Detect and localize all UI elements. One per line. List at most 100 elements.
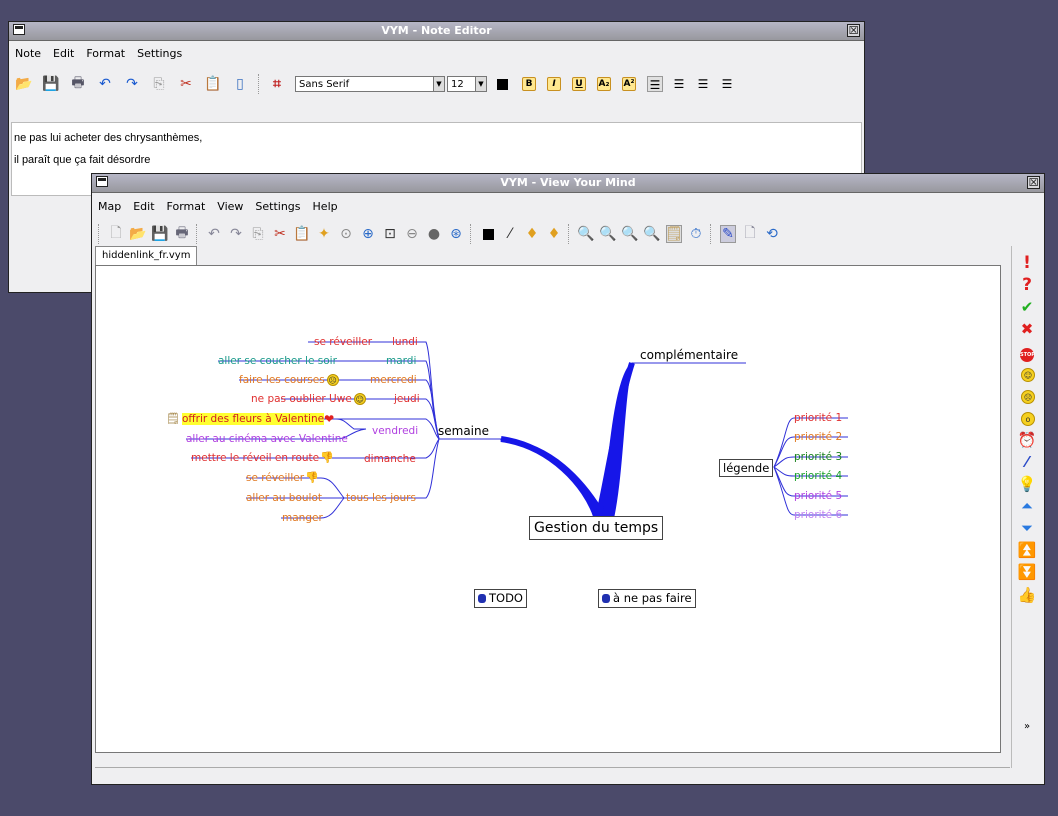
undo-icon[interactable]: ↶ (96, 75, 114, 93)
branch-complementaire[interactable]: complémentaire (640, 348, 738, 362)
edit-mode-icon[interactable]: ✎ (720, 225, 736, 243)
mode-icon[interactable]: 🗋 (742, 225, 758, 243)
menu-note[interactable]: Note (15, 47, 41, 60)
align-right-icon[interactable]: ☰ (695, 76, 711, 92)
copy-icon[interactable]: ⎘ (250, 225, 266, 243)
priority-4[interactable]: priorité 4 (794, 469, 842, 483)
pick-color-icon[interactable]: ⁄ (502, 225, 518, 243)
cut-icon[interactable]: ✂ (272, 225, 288, 243)
task-offrir-fleurs[interactable]: 🗒 offrir des fleurs à Valentine❤ (166, 412, 334, 426)
close-button[interactable]: ☒ (847, 24, 860, 37)
note-editor-titlebar[interactable]: VYM - Note Editor ☒ (9, 22, 864, 41)
align-left-icon[interactable]: ☰ (647, 76, 663, 92)
task-reveil[interactable]: mettre le réveil en route👎 (191, 451, 334, 465)
task-cinema[interactable]: aller au cinéma avec Valentine (186, 432, 348, 446)
show-note-icon[interactable]: 🗒 (665, 225, 683, 243)
zoom-fit-icon[interactable]: 🔍 (643, 225, 660, 243)
vym-titlebar[interactable]: VYM - View Your Mind ☒ (92, 174, 1044, 193)
window-menu-icon[interactable] (96, 176, 108, 187)
clear-icon[interactable]: ▯ (231, 75, 249, 93)
redo-icon[interactable]: ↷ (123, 75, 141, 93)
add-branch-icon[interactable]: ✦ (316, 225, 332, 243)
menu-edit[interactable]: Edit (133, 200, 154, 213)
open-icon[interactable]: 📂 (129, 225, 146, 243)
menu-edit[interactable]: Edit (53, 47, 74, 60)
zoom-out-icon[interactable]: 🔍 (599, 225, 616, 243)
thumbs-up-icon[interactable]: 👍 (1012, 584, 1042, 606)
clock-icon[interactable]: ⏰ (1012, 429, 1042, 451)
fixed-font-icon[interactable]: ⌗ (268, 75, 286, 93)
move-down-icon[interactable]: ⊕ (360, 225, 376, 243)
menu-map[interactable]: Map (98, 200, 121, 213)
superscript-button[interactable]: A² (622, 77, 636, 91)
day-dimanche[interactable]: dimanche (364, 452, 416, 466)
bold-button[interactable]: B (522, 77, 536, 91)
color-icon[interactable] (480, 225, 496, 243)
priority-5[interactable]: priorité 5 (794, 489, 842, 503)
paste-icon[interactable]: 📋 (204, 75, 222, 93)
zoom-in-icon[interactable]: 🔍 (577, 225, 594, 243)
print-icon[interactable]: 🖶 (69, 75, 87, 93)
window-menu-icon[interactable] (13, 24, 25, 35)
align-justify-icon[interactable]: ☰ (719, 76, 735, 92)
link-mode-icon[interactable]: ⟲ (764, 225, 780, 243)
root-node[interactable]: Gestion du temps (529, 516, 664, 540)
task-manger[interactable]: manger (282, 511, 323, 525)
priority-2[interactable]: priorité 2 (794, 430, 842, 444)
underline-button[interactable]: U (572, 77, 586, 91)
color-subtree-icon[interactable]: ♦ (546, 225, 562, 243)
more-chevron-icon[interactable]: » (1012, 716, 1042, 738)
sad-face-icon[interactable]: ☹ (1012, 385, 1042, 407)
task-uwe[interactable]: ne pas oublier Uwe ☺ (251, 392, 366, 406)
legende-node[interactable]: légende (719, 459, 774, 477)
task-faire-les-courses[interactable]: faire les courses ☹ (239, 373, 339, 387)
zoom-reset-icon[interactable]: 🔍 (621, 225, 638, 243)
day-lundi[interactable]: lundi (392, 335, 418, 349)
font-family-select[interactable]: Sans Serif ▼ (295, 76, 445, 92)
paste-icon[interactable]: 📋 (293, 225, 310, 243)
branch-semaine[interactable]: semaine (438, 424, 489, 438)
link-icon[interactable]: ⊖ (404, 225, 420, 243)
arrow-down-icon[interactable]: ⏷ (1012, 517, 1042, 539)
subscript-button[interactable]: A₂ (597, 77, 611, 91)
ne-pas-faire-node[interactable]: à ne pas faire (598, 589, 696, 608)
print-icon[interactable]: 🖶 (174, 225, 190, 243)
stop-icon[interactable]: STOP (1012, 340, 1042, 362)
surprised-face-icon[interactable]: o (1012, 407, 1042, 429)
open-icon[interactable]: 📂 (15, 75, 33, 93)
task-se-reveiller-2[interactable]: se réveiller👎 (246, 471, 319, 485)
task-boulot[interactable]: aller au boulot (246, 491, 322, 505)
smiley-icon[interactable]: ☺ (1012, 363, 1042, 385)
menu-help[interactable]: Help (313, 200, 338, 213)
copy-icon[interactable]: ⎘ (150, 75, 168, 93)
question-icon[interactable]: ? (1012, 274, 1042, 296)
double-arrow-up-icon[interactable]: ⏫ (1012, 539, 1042, 561)
menu-view[interactable]: View (217, 200, 243, 213)
lamp-icon[interactable]: 💡 (1012, 473, 1042, 495)
history-icon[interactable]: ⏱ (688, 225, 704, 243)
sort-icon[interactable]: ⊡ (382, 225, 398, 243)
map-canvas[interactable]: Gestion du temps semaine complémentaire … (95, 265, 1001, 753)
align-center-icon[interactable]: ☰ (671, 76, 687, 92)
todo-node[interactable]: TODO (474, 589, 527, 608)
tab-hiddenlink[interactable]: hiddenlink_fr.vym (95, 246, 198, 265)
task-aller-se-coucher[interactable]: aller se coucher le soir (218, 354, 337, 368)
day-jeudi[interactable]: jeudi (394, 392, 420, 406)
move-up-icon[interactable]: ⊙ (338, 225, 354, 243)
menu-format[interactable]: Format (86, 47, 125, 60)
day-mardi[interactable]: mardi (386, 354, 416, 368)
arrow-up-icon[interactable]: ⏶ (1012, 495, 1042, 517)
scroll-icon[interactable]: ● (426, 225, 442, 243)
save-icon[interactable]: 💾 (42, 75, 60, 93)
menu-settings[interactable]: Settings (255, 200, 300, 213)
italic-button[interactable]: I (547, 77, 561, 91)
close-button[interactable]: ☒ (1027, 176, 1040, 189)
text-color-button[interactable] (497, 78, 508, 90)
save-icon[interactable]: 💾 (151, 225, 168, 243)
day-tous-les-jours[interactable]: tous les jours (346, 491, 416, 505)
color-branch-icon[interactable]: ♦ (524, 225, 540, 243)
priority-3[interactable]: priorité 3 (794, 450, 842, 464)
priority-6[interactable]: priorité 6 (794, 508, 842, 522)
hide-icon[interactable]: ⊛ (448, 225, 464, 243)
double-arrow-down-icon[interactable]: ⏬ (1012, 561, 1042, 583)
